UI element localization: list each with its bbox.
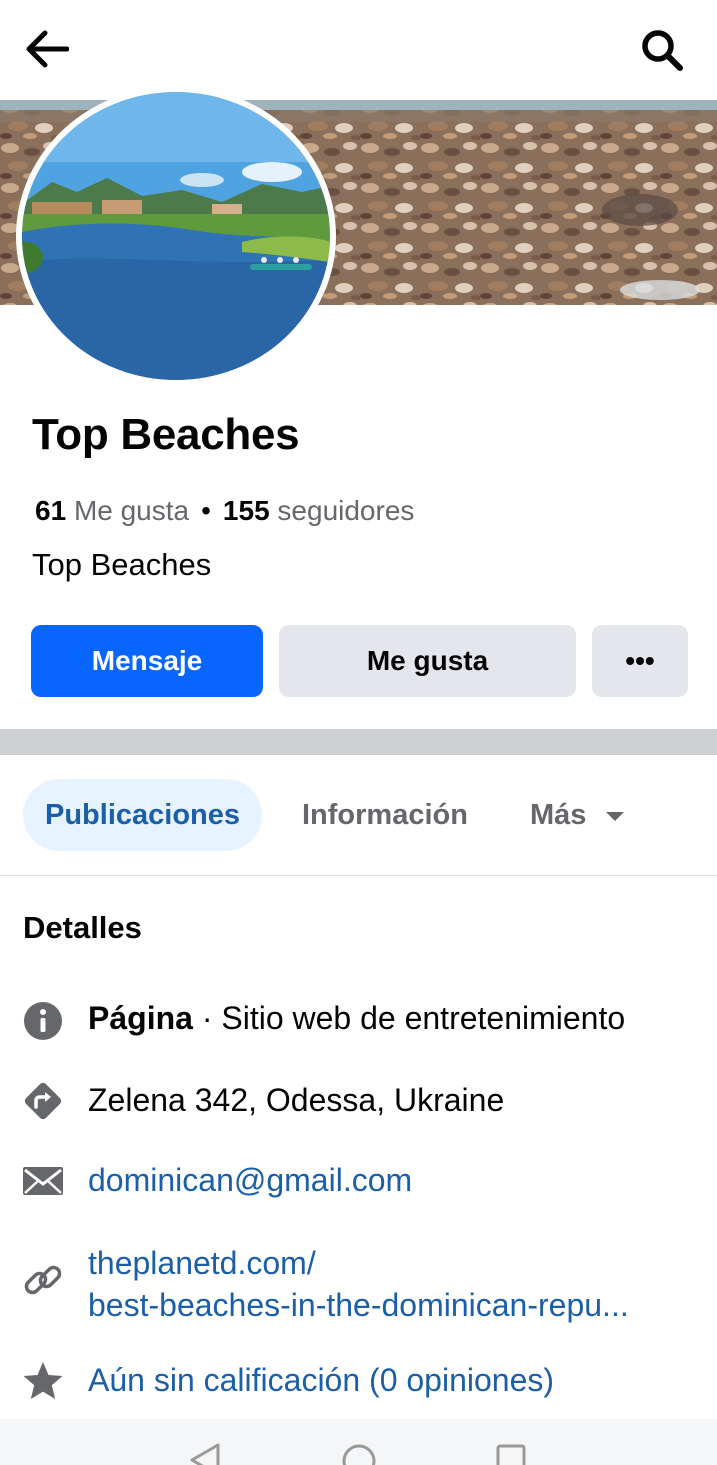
tab-mas-label: Más	[530, 798, 587, 831]
stats-separator: •	[201, 495, 211, 526]
back-button[interactable]	[20, 26, 72, 72]
nav-home-icon[interactable]	[341, 1443, 377, 1465]
page-type-text: Página · Sitio web de entretenimiento	[88, 1000, 625, 1037]
website-line-1: theplanetd.com/	[88, 1245, 316, 1281]
rating-link[interactable]: Aún sin calificación (0 opiniones)	[88, 1362, 554, 1399]
arrow-left-icon	[26, 30, 69, 68]
followers-label: seguidores	[277, 495, 415, 526]
tab-informacion[interactable]: Información	[302, 779, 468, 851]
page-title: Top Beaches	[32, 410, 300, 459]
page-tabs: Publicaciones Información Más	[0, 755, 717, 876]
nav-recents-icon[interactable]	[495, 1443, 527, 1465]
envelope-icon	[22, 1160, 64, 1202]
tab-publicaciones[interactable]: Publicaciones	[23, 779, 262, 851]
nav-back-icon[interactable]	[188, 1443, 222, 1465]
page-type-value: · Sitio web de entretenimiento	[192, 1000, 626, 1036]
profile-avatar[interactable]	[16, 86, 336, 386]
message-button[interactable]: Mensaje	[31, 625, 263, 697]
top-bar	[0, 0, 717, 100]
page-category: Top Beaches	[32, 547, 212, 582]
followers-count: 155	[222, 495, 270, 526]
directions-icon	[22, 1080, 64, 1122]
caret-down-icon	[606, 812, 625, 821]
website-line-2: best-beaches-in-the-dominican-repu...	[88, 1287, 629, 1323]
like-button[interactable]: Me gusta	[279, 625, 576, 697]
star-icon	[22, 1360, 64, 1402]
section-divider	[0, 729, 717, 755]
search-icon	[642, 30, 683, 71]
tab-mas[interactable]: Más	[530, 779, 625, 851]
website-link[interactable]: theplanetd.com/ best-beaches-in-the-domi…	[88, 1242, 629, 1326]
page-type-label: Página	[88, 1000, 193, 1036]
info-icon	[22, 1000, 64, 1042]
address-text: Zelena 342, Odessa, Ukraine	[88, 1082, 505, 1118]
link-icon	[22, 1259, 64, 1301]
system-nav-bar	[0, 1419, 717, 1465]
page-stats: 61 Me gusta • 155 seguidores	[35, 495, 414, 527]
likes-label: Me gusta	[73, 495, 190, 526]
search-button[interactable]	[636, 24, 688, 76]
likes-count: 61	[35, 495, 67, 526]
more-options-button[interactable]: •••	[592, 625, 688, 697]
email-link[interactable]: dominican@gmail.com	[88, 1162, 412, 1199]
details-heading: Detalles	[23, 910, 142, 945]
